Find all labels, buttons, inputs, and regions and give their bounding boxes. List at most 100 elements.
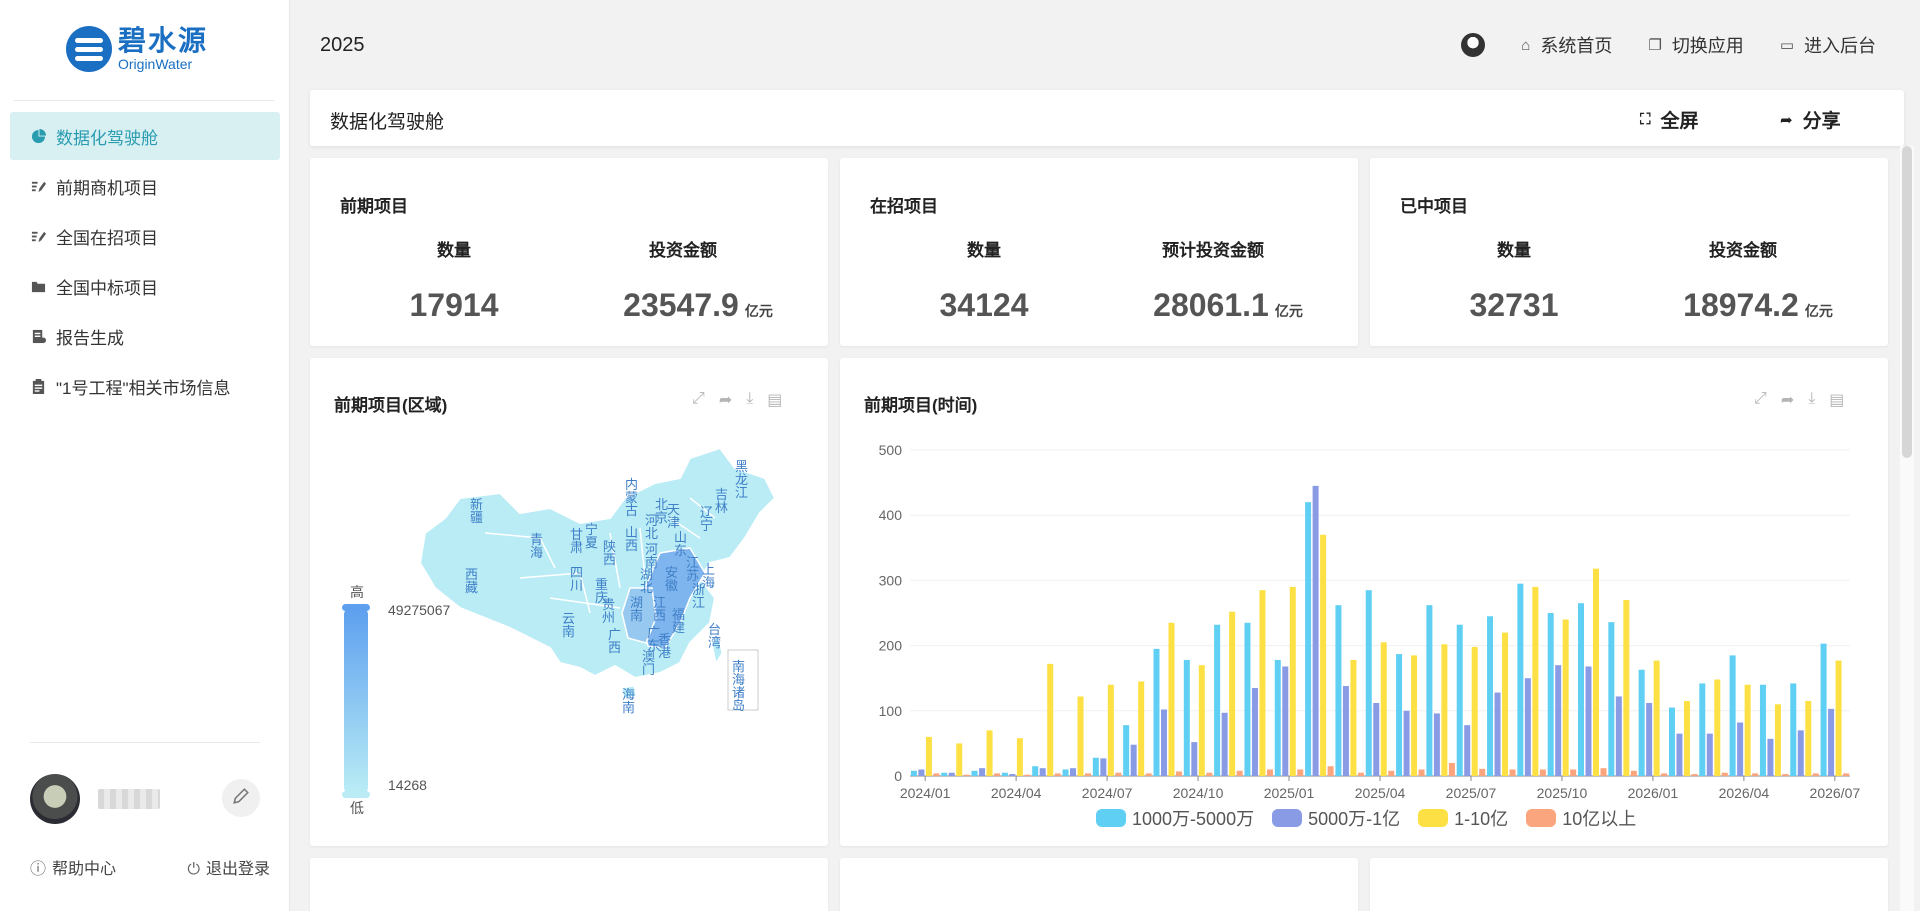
bar	[1456, 624, 1463, 776]
bar	[1706, 733, 1713, 776]
bar	[1661, 773, 1668, 776]
bar	[1396, 654, 1403, 776]
expand-icon[interactable]: ⤢	[1754, 390, 1767, 410]
legend-swatch	[1418, 809, 1449, 827]
bar	[1229, 611, 1236, 776]
sidebar-item-report[interactable]: 报告生成	[10, 312, 280, 360]
share-arrow-icon[interactable]: ➦	[719, 390, 732, 410]
bar	[1744, 684, 1751, 776]
data-view-icon[interactable]: ▤	[1829, 390, 1844, 410]
sidebar-item-cockpit[interactable]: 数据化驾驶舱	[10, 112, 280, 160]
bar	[1774, 704, 1781, 776]
bar	[1547, 613, 1554, 776]
stat-count-value: 32731	[1469, 287, 1559, 323]
sidebar-item-national-awards[interactable]: 全国中标项目	[10, 262, 280, 310]
map-legend-high: 高	[350, 584, 364, 600]
sidebar-item-project-one-market[interactable]: "1号工程"相关市场信息	[10, 362, 280, 410]
switch-app-link[interactable]: ❐ 切换应用	[1648, 32, 1743, 58]
bar	[1479, 768, 1486, 776]
bar	[1236, 770, 1243, 776]
bar	[1350, 659, 1357, 776]
bar	[1653, 660, 1660, 776]
stat-count: 数量 32731	[1414, 236, 1614, 324]
bar	[1198, 665, 1205, 776]
bar	[1266, 769, 1273, 776]
bar	[1676, 733, 1683, 776]
bar	[1630, 770, 1637, 776]
logout-link[interactable]: ⏻ 退出登录	[187, 855, 270, 879]
legend-item[interactable]: 10亿以上	[1526, 805, 1636, 831]
bar	[1365, 590, 1372, 776]
stat-count-value: 17914	[409, 287, 499, 323]
legend-item[interactable]: 1-10亿	[1418, 805, 1508, 831]
hainan	[621, 685, 637, 699]
bar	[1782, 774, 1789, 776]
legend-item[interactable]: 5000万-1亿	[1272, 805, 1400, 831]
bar	[1426, 605, 1433, 776]
bar	[1092, 757, 1099, 776]
bar	[1805, 701, 1812, 776]
stat-unit: 亿元	[744, 303, 773, 319]
share-button[interactable]: ➦ 分享	[1780, 106, 1841, 133]
bar	[1646, 702, 1653, 776]
legend-item[interactable]: 1000万-5000万	[1096, 805, 1254, 831]
copy-icon: ❐	[1648, 37, 1662, 54]
bar	[941, 772, 948, 776]
sidebar-item-national-tenders[interactable]: 全国在招项目	[10, 212, 280, 260]
bar	[1054, 773, 1061, 776]
sidebar-item-early-opportunities[interactable]: 前期商机项目	[10, 162, 280, 210]
stat-amount-label: 投资金额	[649, 241, 717, 260]
bar	[1828, 708, 1835, 776]
download-icon[interactable]: ⤓	[746, 390, 753, 410]
bar	[1600, 768, 1607, 776]
top-bar: 2025 ⌂ 系统首页 ❐ 切换应用 ▭ 进入后台	[290, 0, 1920, 90]
scrollbar-thumb[interactable]	[1902, 146, 1912, 458]
bar	[1539, 769, 1546, 776]
map-legend-handle-top[interactable]	[342, 604, 370, 611]
bar	[1009, 774, 1016, 776]
bar	[1123, 725, 1130, 776]
bar	[1464, 725, 1471, 776]
map-legend-handle-bottom[interactable]	[342, 791, 370, 798]
china-map[interactable]	[390, 438, 810, 778]
y-tick-label: 100	[879, 703, 903, 719]
share-arrow-icon[interactable]: ➦	[1781, 390, 1794, 410]
download-icon[interactable]: ⤓	[1808, 390, 1815, 410]
bar	[1615, 696, 1622, 776]
bar	[1562, 619, 1569, 776]
stat-card-early: 前期项目 数量 17914 投资金额 23547.9 亿元	[310, 158, 828, 346]
expand-icon[interactable]: ⤢	[692, 390, 705, 410]
bar	[1024, 774, 1031, 776]
bar	[1373, 702, 1380, 776]
bar	[1077, 696, 1084, 776]
year-selector[interactable]: 2025	[320, 34, 365, 57]
system-home-link[interactable]: ⌂ 系统首页	[1521, 32, 1612, 58]
y-tick-label: 0	[894, 768, 902, 784]
bar	[1623, 599, 1630, 776]
fullscreen-button[interactable]: ⛶ 全屏	[1640, 106, 1699, 133]
stat-amount: 投资金额 18974.2 亿元	[1638, 236, 1878, 324]
user-avatar-icon[interactable]	[1461, 33, 1486, 57]
bar	[1289, 586, 1296, 776]
help-center-link[interactable]: ⓘ 帮助中心	[30, 855, 116, 879]
bar	[925, 736, 932, 776]
avatar[interactable]	[30, 774, 80, 824]
edit-profile-button[interactable]	[222, 779, 260, 817]
top-actions: ⌂ 系统首页 ❐ 切换应用 ▭ 进入后台	[1461, 32, 1876, 58]
stat-amount-label: 预计投资金额	[1162, 241, 1264, 260]
data-view-icon[interactable]: ▤	[767, 390, 782, 410]
y-tick-label: 200	[879, 638, 903, 654]
home-icon: ⌂	[1521, 36, 1531, 54]
map-legend-bar[interactable]	[342, 604, 370, 798]
y-tick-label: 400	[879, 507, 903, 523]
bar	[918, 769, 925, 776]
bar	[1797, 730, 1804, 776]
bar	[1737, 722, 1744, 776]
bar	[1016, 738, 1023, 776]
map-legend-low: 低	[350, 800, 364, 816]
brand-name-en: OriginWater	[118, 56, 193, 72]
brand-logo[interactable]: 碧水源 OriginWater	[66, 22, 236, 76]
bar-chart[interactable]: 0 100 200 300 400 500 2024/01 2024/04 2024/07 202…	[840, 428, 1888, 828]
enter-backend-link[interactable]: ▭ 进入后台	[1780, 32, 1876, 58]
bar	[1411, 655, 1418, 776]
